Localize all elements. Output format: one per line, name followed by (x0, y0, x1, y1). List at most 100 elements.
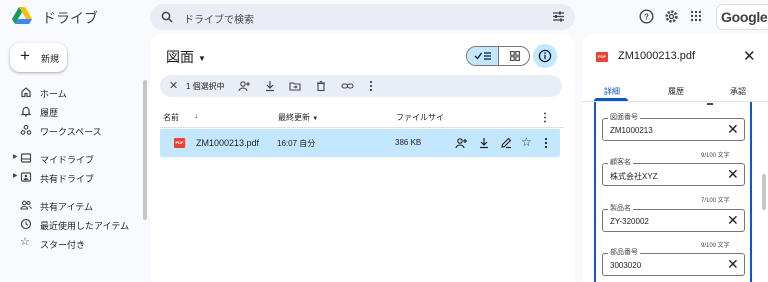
my-drive-icon (20, 153, 32, 163)
grid-view-icon (510, 51, 520, 61)
more-actions-icon[interactable] (369, 80, 373, 92)
sidebar-item-my-drive[interactable]: ▶ マイドライブ (8, 150, 140, 166)
move-folder-icon[interactable] (289, 80, 301, 92)
pdf-file-icon: PDF (174, 138, 185, 148)
sidebar-item-shared-drive[interactable]: ▶ 共有ドライブ (8, 169, 140, 185)
sidebar-item-label: 共有アイテム (40, 202, 94, 212)
details-info-button[interactable] (533, 44, 557, 68)
sidebar-item-label: ワークスペース (40, 127, 102, 137)
close-icon[interactable]: ✕ (743, 47, 756, 65)
search-options-icon[interactable] (552, 10, 565, 23)
clear-field-icon[interactable]: ✕ (727, 257, 739, 272)
column-header-size[interactable]: ファイルサイ (396, 112, 444, 123)
sidebar-item-starred[interactable]: ☆ スター付き (8, 235, 140, 251)
sidebar-item-recent[interactable]: 最近使用したアイテム (8, 216, 140, 232)
char-counter: 7/100 文字 (701, 198, 730, 204)
expand-caret-icon[interactable]: ▶ (13, 172, 18, 179)
sort-dropdown-icon: ▼ (312, 116, 319, 122)
pdf-file-icon: PDF (596, 52, 608, 62)
tab-approval[interactable]: 承認 (730, 86, 746, 97)
share-add-person-icon[interactable] (455, 137, 468, 149)
link-icon[interactable] (341, 80, 354, 92)
apps-grid-icon[interactable] (690, 10, 702, 22)
file-modified: 16:07 自分 (277, 139, 316, 148)
field-label: 顧客名 (608, 159, 633, 167)
field-label: 図面番号 (608, 114, 640, 122)
new-button[interactable]: + 新規 (10, 43, 67, 72)
download-icon[interactable] (478, 137, 490, 149)
app-name[interactable]: ドライブ (42, 8, 98, 28)
details-panel: PDF ZM1000213.pdf ✕ 詳細 履歴 承認 図面番号 ZM1000… (582, 34, 768, 282)
rename-pencil-icon[interactable] (500, 137, 512, 149)
drawing-number-field[interactable]: 図面番号 ZM1000213 ✕ (602, 114, 745, 141)
star-icon: ☆ (20, 236, 30, 248)
plus-icon: + (20, 46, 30, 65)
clear-field-icon[interactable]: ✕ (727, 167, 739, 182)
column-header-modified[interactable]: 最終更新 ▼ (278, 112, 318, 123)
view-toggle[interactable] (466, 46, 530, 66)
search-icon[interactable] (161, 11, 173, 23)
tab-details[interactable]: 詳細 (604, 86, 620, 97)
file-size: 386 KB (395, 138, 422, 147)
column-header-name[interactable]: 名前 (163, 112, 179, 123)
folder-title-text: 図面 (166, 49, 194, 65)
sidebar-item-history[interactable]: 履歴 (8, 103, 140, 119)
trash-icon[interactable] (315, 80, 327, 92)
top-header: ドライブ ドライブで検索 ? Google (0, 0, 768, 34)
file-name[interactable]: ZM1000213.pdf (196, 138, 259, 148)
expand-caret-icon[interactable]: ▶ (13, 153, 18, 160)
sidebar-item-label: マイドライブ (40, 155, 95, 165)
field-value[interactable]: ZY-320002 (610, 217, 649, 226)
metadata-form: 図面番号 ZM1000213 ✕ 9/100 文字 顧客名 株式会社XYZ ✕ … (594, 102, 752, 282)
download-icon[interactable] (264, 80, 276, 92)
selection-count: 1 個選択中 (186, 82, 225, 91)
sidebar-item-label: 共有ドライブ (40, 174, 95, 184)
header-divider (160, 127, 564, 128)
star-icon[interactable]: ☆ (521, 135, 532, 149)
main-content: 図面 ▼ ✕ 1 個選択中 名前 ↓ 最終更新 ▼ ファイルサイ PDF ZM1… (150, 34, 574, 282)
panel-scrollbar[interactable] (762, 174, 766, 210)
details-file-name: ZM1000213.pdf (618, 50, 696, 62)
dropdown-caret-icon: ▼ (198, 53, 206, 63)
info-icon (538, 49, 552, 63)
column-options-icon[interactable] (543, 112, 547, 123)
sidebar-item-shared-with-me[interactable]: 共有アイテム (8, 197, 140, 213)
sidebar-item-label: ホーム (40, 89, 67, 99)
sidebar-item-label: スター付き (40, 240, 86, 250)
people-icon (20, 200, 32, 210)
list-view-button[interactable] (467, 47, 499, 65)
sidebar-item-home[interactable]: ホーム (8, 84, 140, 100)
field-value[interactable]: ZM1000213 (610, 126, 653, 135)
grid-view-button[interactable] (499, 47, 529, 65)
table-row[interactable]: PDF ZM1000213.pdf 16:07 自分 386 KB ☆ (160, 129, 560, 157)
customer-name-field[interactable]: 顧客名 株式会社XYZ ✕ (602, 159, 745, 186)
sidebar-item-label: 履歴 (40, 108, 59, 118)
selection-toolbar: ✕ 1 個選択中 (160, 75, 562, 97)
column-header-modified-label: 最終更新 (278, 113, 310, 122)
product-name-field[interactable]: 製品名 ZY-320002 ✕ (602, 205, 745, 232)
google-account-button[interactable]: Google (716, 4, 768, 30)
drive-logo-icon[interactable] (12, 7, 32, 25)
clear-selection-icon[interactable]: ✕ (169, 79, 178, 92)
help-icon[interactable]: ? (639, 9, 654, 24)
search-input[interactable]: ドライブで検索 (184, 11, 254, 26)
folder-title[interactable]: 図面 ▼ (166, 47, 206, 67)
sidebar-scrollbar[interactable] (143, 80, 147, 220)
sort-arrow-icon[interactable]: ↓ (194, 111, 198, 120)
char-counter: 9/100 文字 (701, 153, 730, 159)
sidebar-item-workspace[interactable]: ワークスペース (8, 122, 140, 138)
search-bar[interactable]: ドライブで検索 (150, 4, 575, 30)
field-value[interactable]: 株式会社XYZ (610, 171, 658, 182)
field-label: 製品名 (608, 205, 633, 213)
clear-field-icon[interactable]: ✕ (727, 213, 739, 228)
share-add-person-icon[interactable] (238, 80, 251, 92)
clear-field-icon[interactable]: ✕ (727, 122, 739, 137)
sidebar-item-label: 最近使用したアイテム (40, 221, 130, 231)
new-button-label: 新規 (41, 54, 60, 64)
char-counter: 9/100 文字 (701, 243, 730, 249)
field-value[interactable]: 3003020 (610, 261, 641, 270)
part-number-field[interactable]: 部品番号 3003020 ✕ (602, 249, 745, 276)
more-actions-icon[interactable] (544, 137, 548, 149)
settings-gear-icon[interactable] (664, 9, 679, 24)
tab-history[interactable]: 履歴 (668, 86, 684, 97)
